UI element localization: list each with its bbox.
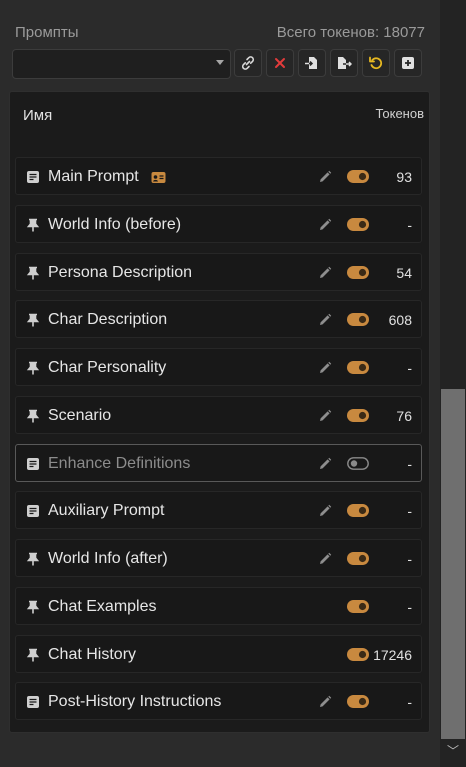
scrollbar-thumb[interactable] [441,389,465,739]
document-icon [26,695,40,709]
prompt-row[interactable]: Auxiliary Prompt - [15,491,422,530]
toggle-on-icon[interactable] [347,552,369,565]
edit-pencil-icon[interactable] [318,457,332,471]
edit-pencil-icon[interactable] [318,695,332,709]
reset-icon [369,56,383,70]
toggle-on-icon[interactable] [347,504,369,518]
token-count: - [407,598,412,615]
id-card-icon [151,171,166,184]
token-count: - [407,503,412,520]
prompt-name[interactable]: Chat History [48,646,136,664]
pin-icon [26,361,40,375]
prompt-row[interactable]: Char Description 608 [15,300,422,339]
prompt-row[interactable]: Chat History 17246 [15,634,422,673]
scroll-down-icon[interactable]: ﹀ [446,744,460,758]
document-icon [26,170,40,184]
prompt-row[interactable]: Scenario 76 [15,395,422,434]
tokens-total: Всего токенов: 18077 [276,24,425,41]
pin-icon [26,552,40,566]
prompt-row[interactable]: World Info (before) - [15,204,422,243]
edit-pencil-icon[interactable] [318,218,332,232]
toggle-on-icon[interactable] [347,265,369,279]
import-button[interactable] [298,49,326,77]
token-count: - [407,551,412,567]
prompt-row[interactable]: Main Prompt 93 [15,157,422,195]
edit-pencil-icon[interactable] [318,170,332,184]
token-count: - [407,216,412,233]
export-icon [338,57,352,69]
prompt-name[interactable]: World Info (before) [48,216,181,234]
add-prompt-button[interactable] [394,49,422,77]
prompt-name[interactable]: Post-History Instructions [48,693,221,711]
delete-button[interactable] [266,49,294,77]
token-count: 93 [396,169,412,185]
pin-icon [26,266,40,280]
link-icon [241,56,255,70]
edit-pencil-icon[interactable] [318,313,332,327]
top-edge [0,0,440,6]
toggle-on-icon[interactable] [347,408,369,422]
prompt-name[interactable]: Enhance Definitions [48,455,190,473]
prompt-name[interactable]: Char Personality [48,359,166,377]
edit-pencil-icon[interactable] [318,504,332,518]
reset-button[interactable] [362,49,390,77]
prompt-row[interactable]: Post-History Instructions - [15,682,422,721]
toggle-on-icon[interactable] [347,647,369,661]
prompt-name[interactable]: Chat Examples [48,598,157,616]
prompt-row[interactable]: Chat Examples - [15,586,422,625]
edit-pencil-icon[interactable] [318,361,332,375]
link-button[interactable] [234,49,262,77]
token-count: 76 [396,407,412,424]
prompt-toolbar [12,49,425,79]
prompt-name[interactable]: Scenario [48,407,111,425]
prompt-row[interactable]: Char Personality - [15,348,422,386]
token-count: 17246 [373,646,412,663]
prompt-row[interactable]: Enhance Definitions - [15,443,422,482]
toggle-on-icon[interactable] [347,599,369,613]
toggle-on-icon[interactable] [347,361,369,374]
pin-icon [26,218,40,232]
document-icon [26,504,40,518]
token-count: - [407,455,412,472]
toggle-on-icon[interactable] [347,217,369,231]
pin-icon [26,313,40,327]
export-button[interactable] [330,49,358,77]
prompts-label: Промпты [15,24,79,41]
token-count: 608 [388,312,412,329]
column-header-name: Имя [23,107,53,124]
add-icon [402,57,414,69]
prompt-name[interactable]: World Info (after) [48,550,168,568]
edit-pencil-icon[interactable] [318,552,332,566]
token-count: - [407,694,412,711]
prompt-name[interactable]: Char Description [48,311,167,329]
prompt-name[interactable]: Persona Description [48,264,192,282]
pin-icon [26,648,40,662]
chevron-down-icon [216,60,224,65]
document-icon [26,457,40,471]
toggle-off-icon[interactable] [347,456,369,470]
prompts-header: Промпты Всего токенов: 18077 [15,24,425,44]
toggle-on-icon[interactable] [347,695,369,709]
toggle-on-icon[interactable] [347,170,369,183]
column-header-tokens: Токенов [375,106,424,121]
import-icon [305,57,317,69]
pin-icon [26,600,40,614]
token-count: - [407,360,412,376]
edit-pencil-icon[interactable] [318,266,332,280]
pin-icon [26,409,40,423]
token-count: 54 [396,264,412,281]
toggle-on-icon[interactable] [347,313,369,327]
prompt-row[interactable]: Persona Description 54 [15,252,422,291]
close-icon [275,58,285,68]
prompt-name[interactable]: Auxiliary Prompt [48,502,164,520]
edit-pencil-icon[interactable] [318,409,332,423]
prompt-select[interactable] [12,49,231,79]
prompt-list-panel: Имя Токенов Main Prompt 93 World Info (bef… [9,91,430,733]
prompt-row[interactable]: World Info (after) - [15,539,422,577]
prompt-name[interactable]: Main Prompt [48,168,139,186]
